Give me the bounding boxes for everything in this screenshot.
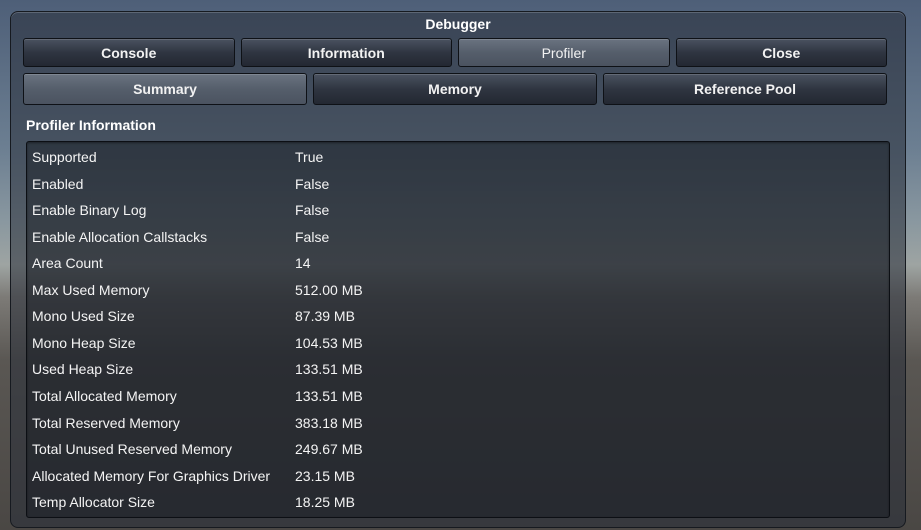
info-row: Enable Allocation Callstacks False xyxy=(32,227,329,247)
info-row: Total Allocated Memory 133.51 MB xyxy=(32,386,363,406)
info-row: Mono Used Size 87.39 MB xyxy=(32,306,355,326)
tab-reference-pool[interactable]: Reference Pool xyxy=(603,73,887,105)
tab-summary[interactable]: Summary xyxy=(23,73,307,105)
info-key: Temp Allocator Size xyxy=(32,494,155,510)
info-value: False xyxy=(295,176,330,192)
info-key: Enabled xyxy=(32,176,84,192)
info-row: Used Heap Size 133.51 MB xyxy=(32,359,363,379)
info-row: Total Unused Reserved Memory 249.67 MB xyxy=(32,439,363,459)
info-value: 512.00 MB xyxy=(295,282,363,298)
tab-console[interactable]: Console xyxy=(23,38,235,67)
info-key: Enable Allocation Callstacks xyxy=(32,229,208,245)
info-value: 87.39 MB xyxy=(295,308,355,324)
info-key: Total Allocated Memory xyxy=(32,388,177,404)
info-value: 104.53 MB xyxy=(295,335,363,351)
info-row: Enable Binary Log False xyxy=(32,200,329,220)
info-value: 249.67 MB xyxy=(295,441,363,457)
info-key: Max Used Memory xyxy=(32,282,150,298)
tab-memory[interactable]: Memory xyxy=(313,73,597,105)
info-value: 133.51 MB xyxy=(295,361,363,377)
window-title: Debugger xyxy=(425,16,491,32)
info-key: Supported xyxy=(32,149,97,165)
top-tab-bar: Console Information Profiler Close xyxy=(23,38,887,67)
info-row: Temp Allocator Size 18.25 MB xyxy=(32,492,355,512)
info-key: Area Count xyxy=(32,255,103,271)
info-row: Area Count 14 xyxy=(32,253,311,273)
info-value: 133.51 MB xyxy=(295,388,363,404)
info-row: Total Reserved Memory 383.18 MB xyxy=(32,413,363,433)
info-value: 14 xyxy=(295,255,311,271)
info-key: Mono Used Size xyxy=(32,308,135,324)
info-row: Enabled False xyxy=(32,174,329,194)
close-button[interactable]: Close xyxy=(675,38,887,67)
info-value: 18.25 MB xyxy=(295,494,355,510)
tab-profiler[interactable]: Profiler xyxy=(458,38,670,67)
info-value: 383.18 MB xyxy=(295,415,363,431)
sub-tab-bar: Summary Memory Reference Pool xyxy=(23,73,887,105)
section-title: Profiler Information xyxy=(26,117,156,133)
info-value: True xyxy=(295,149,324,165)
info-key: Mono Heap Size xyxy=(32,335,136,351)
info-key: Enable Binary Log xyxy=(32,202,147,218)
info-key: Used Heap Size xyxy=(32,361,134,377)
info-row: Max Used Memory 512.00 MB xyxy=(32,280,363,300)
debugger-window: Debugger Console Information Profiler Cl… xyxy=(10,11,906,528)
info-row: Mono Heap Size 104.53 MB xyxy=(32,333,363,353)
info-key: Total Unused Reserved Memory xyxy=(32,441,232,457)
info-value: False xyxy=(295,229,330,245)
tab-information[interactable]: Information xyxy=(240,38,452,67)
info-value: False xyxy=(295,202,330,218)
info-key: Total Reserved Memory xyxy=(32,415,180,431)
profiler-info-panel: Supported True Enabled False Enable Binary L… xyxy=(26,141,890,518)
info-value: 23.15 MB xyxy=(295,468,355,484)
info-row: Supported True xyxy=(32,147,323,167)
info-row: Allocated Memory For Graphics Driver 23.1… xyxy=(32,466,355,486)
info-key: Allocated Memory For Graphics Driver xyxy=(32,468,271,484)
